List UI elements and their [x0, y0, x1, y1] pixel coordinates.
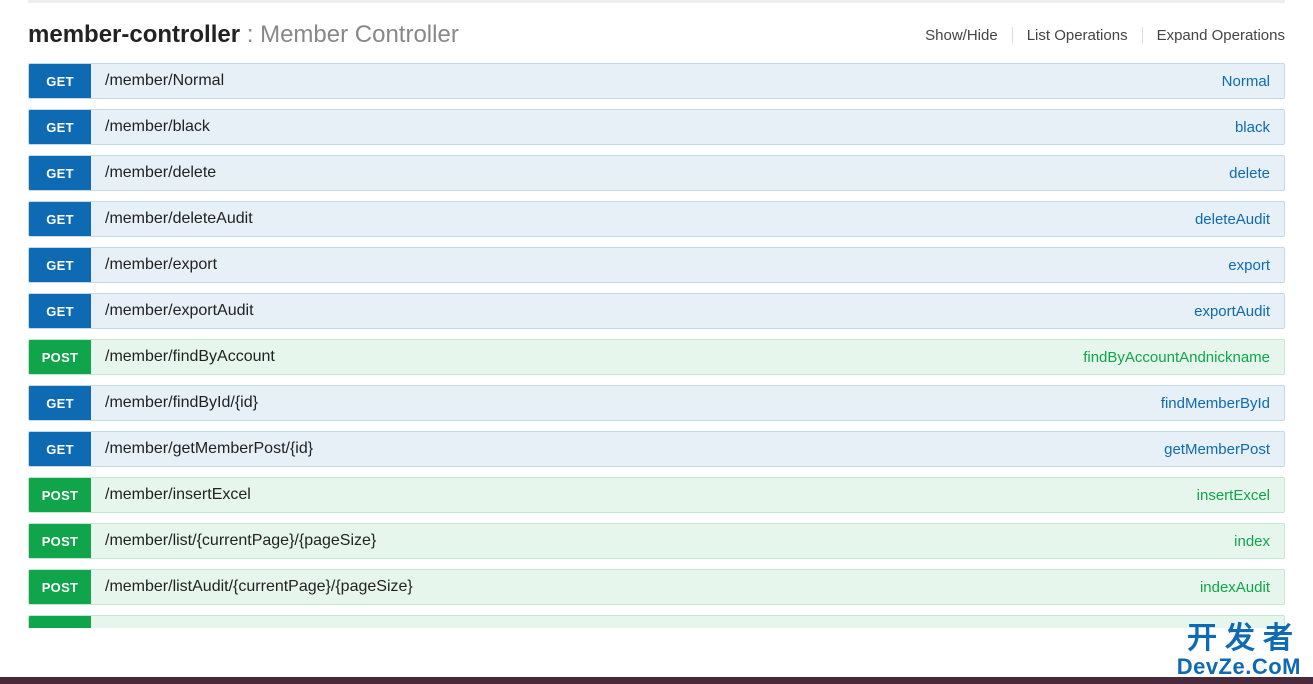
operation-row[interactable]: POST/member/findByAccount findByAccountAn… [28, 339, 1285, 375]
method-badge[interactable]: POST [29, 616, 91, 628]
operation-name[interactable]: delete [1215, 156, 1284, 190]
operation-name[interactable]: indexAudit [1186, 570, 1284, 604]
operation-row[interactable]: POST/member/listAudit/{currentPage}/{pag… [28, 569, 1285, 605]
spacer [268, 294, 1181, 328]
method-badge[interactable]: POST [29, 570, 91, 604]
spacer [327, 432, 1150, 466]
method-badge[interactable]: POST [29, 340, 91, 374]
operation-name[interactable]: exportAudit [1180, 294, 1284, 328]
spacer [267, 202, 1181, 236]
method-badge[interactable]: GET [29, 432, 91, 466]
operation-name[interactable]: findByAccountAndnickname [1069, 340, 1284, 374]
spacer [224, 110, 1221, 144]
operation-row[interactable]: GET/member/export export [28, 247, 1285, 283]
controller-title[interactable]: member-controller : Member Controller [28, 21, 459, 49]
operation-name[interactable]: getMemberPost [1150, 432, 1284, 466]
operation-row-partial: POST [28, 615, 1285, 628]
operation-path[interactable]: /member/list/{currentPage}/{pageSize} [91, 524, 390, 558]
operation-path[interactable]: /member/findById/{id} [91, 386, 272, 420]
operation-row[interactable]: POST/member/list/{currentPage}/{pageSize… [28, 523, 1285, 559]
operation-row[interactable]: GET/member/Normal Normal [28, 63, 1285, 99]
operation-name[interactable]: black [1221, 110, 1284, 144]
spacer [272, 386, 1147, 420]
spacer [390, 524, 1220, 558]
operation-name[interactable]: index [1220, 524, 1284, 558]
show-hide-link[interactable]: Show/Hide [911, 27, 1013, 44]
operation-path[interactable]: /member/export [91, 248, 231, 282]
watermark: 开发者 DevZe.CoM [1177, 623, 1301, 678]
expand-operations-link[interactable]: Expand Operations [1143, 27, 1285, 44]
operation-row[interactable]: POST/member/insertExcel insertExcel [28, 477, 1285, 513]
operations-list: GET/member/Normal Normal GET/member/black b… [28, 63, 1285, 628]
method-badge[interactable]: POST [29, 524, 91, 558]
operation-row[interactable]: GET/member/findById/{id} findMemberById [28, 385, 1285, 421]
method-badge[interactable]: GET [29, 156, 91, 190]
spacer [265, 478, 1183, 512]
spacer [231, 248, 1214, 282]
operation-path[interactable]: /member/delete [91, 156, 230, 190]
method-badge[interactable]: GET [29, 294, 91, 328]
controller-name: member-controller [28, 21, 240, 48]
operation-row[interactable]: GET/member/deleteAudit deleteAudit [28, 201, 1285, 237]
spacer [238, 64, 1208, 98]
spacer [289, 340, 1069, 374]
operation-name[interactable]: Normal [1208, 64, 1284, 98]
operation-path[interactable]: /member/findByAccount [91, 340, 289, 374]
method-badge[interactable]: GET [29, 202, 91, 236]
method-badge[interactable]: POST [29, 478, 91, 512]
controller-actions: Show/Hide List Operations Expand Operati… [911, 27, 1285, 44]
operation-name[interactable]: findMemberById [1147, 386, 1284, 420]
method-badge[interactable]: GET [29, 386, 91, 420]
list-operations-link[interactable]: List Operations [1013, 27, 1143, 44]
operation-row[interactable]: POST [28, 615, 1285, 628]
method-badge[interactable]: GET [29, 248, 91, 282]
spacer [427, 570, 1186, 604]
operation-name[interactable]: insertExcel [1183, 478, 1284, 512]
controller-header: member-controller : Member Controller Sh… [28, 13, 1285, 63]
spacer [230, 156, 1215, 190]
bottom-bar [0, 677, 1313, 684]
operation-row[interactable]: GET/member/black black [28, 109, 1285, 145]
operation-path[interactable]: /member/black [91, 110, 224, 144]
operation-row[interactable]: GET/member/exportAudit exportAudit [28, 293, 1285, 329]
operation-path[interactable]: /member/getMemberPost/{id} [91, 432, 327, 466]
api-container: member-controller : Member Controller Sh… [0, 3, 1313, 628]
operation-path[interactable]: /member/exportAudit [91, 294, 268, 328]
watermark-line1: 开发者 [1177, 623, 1301, 655]
operation-path[interactable]: /member/Normal [91, 64, 238, 98]
method-badge[interactable]: GET [29, 110, 91, 144]
operation-name[interactable]: export [1214, 248, 1284, 282]
controller-desc: Member Controller [260, 21, 459, 48]
operation-path[interactable]: /member/deleteAudit [91, 202, 267, 236]
operation-path[interactable]: /member/insertExcel [91, 478, 265, 512]
operation-name[interactable]: deleteAudit [1181, 202, 1284, 236]
operation-row[interactable]: GET/member/getMemberPost/{id} getMemberPo… [28, 431, 1285, 467]
operation-path[interactable]: /member/listAudit/{currentPage}/{pageSiz… [91, 570, 427, 604]
watermark-line2: DevZe.CoM [1177, 655, 1301, 678]
operation-row[interactable]: GET/member/delete delete [28, 155, 1285, 191]
controller-desc-sep: : [240, 21, 260, 48]
method-badge[interactable]: GET [29, 64, 91, 98]
